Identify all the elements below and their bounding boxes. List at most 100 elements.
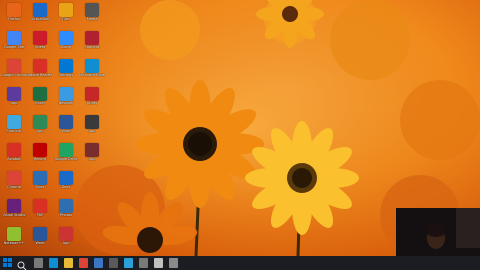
desktop-icon[interactable]: Shortcut [79,30,105,60]
app-icon [85,143,99,157]
desktop-icon[interactable]: Google Site [1,30,27,60]
desktop-icon-label: Settings [58,73,74,77]
app-icon [7,31,21,45]
desktop-icon-label: Notepad++ [3,241,25,245]
desktop-icon-label: Utility [86,101,98,105]
desktop-icon-label: Word [35,241,45,245]
app-icon [7,171,21,185]
desktop-icon[interactable]: App [79,114,105,144]
taskbar-app1-icon[interactable] [94,258,103,268]
search-icon[interactable] [15,257,29,271]
app-icon [33,199,47,213]
app-icon [33,31,47,45]
desktop-icon[interactable]: VirtualBox [27,2,53,32]
desktop-icon-label: Excel [35,101,45,105]
desktop-icon-label: Files [62,17,70,21]
app-icon [33,59,47,73]
windows-start-icon[interactable] [3,258,13,268]
desktop-icon[interactable]: Docs [53,170,79,200]
desktop-icon-label: Docs [61,185,71,189]
desktop-icon-label: VirtualBox [31,17,49,21]
app-icon [7,199,21,213]
taskbar-edge-icon[interactable] [49,258,58,268]
desktop-icon[interactable]: App [53,226,79,256]
app-icon [7,87,21,101]
desktop-icon[interactable]: Tools [27,170,53,200]
desktop-icon[interactable]: Chrome [1,170,27,200]
desktop-icon[interactable]: App [1,86,27,116]
desktop-icon[interactable]: Microsoft Edge [79,58,105,88]
desktop-icon[interactable]: Network [53,86,79,116]
taskbar-task-view-icon[interactable] [34,258,43,268]
app-icon [85,3,99,17]
desktop-icon[interactable]: Record [27,142,53,172]
app-icon [33,227,47,241]
app-icon [33,171,47,185]
taskbar-app2-icon[interactable] [109,258,118,268]
desktop-icon[interactable]: Adobe Reader [27,58,53,88]
desktop-icon-label: Record [33,157,47,161]
app-icon [85,59,99,73]
app-icon [33,87,47,101]
desktop-icon[interactable]: Excel [27,86,53,116]
desktop-icon-label: Photos [60,213,72,217]
desktop-icon[interactable]: Utility [79,86,105,116]
desktop-icon[interactable]: Word [27,226,53,256]
app-icon [7,115,21,129]
desktop-icon-label: Network [58,101,74,105]
app-icon [7,227,21,241]
desktop-icon[interactable]: Media [79,2,105,32]
app-icon [85,87,99,101]
desktop-icon-label: Google Drive [54,157,78,161]
desktop-icon[interactable]: Google Drive [53,142,79,172]
app-icon [59,115,73,129]
desktop-icon[interactable]: Opera [27,30,53,60]
desktop-icon[interactable]: Zoom [53,30,79,60]
desktop-icon-label: App [88,157,96,161]
desktop-icon[interactable]: App [27,114,53,144]
app-icon [59,199,73,213]
app-icon [59,227,73,241]
desktop-icon-label: Chrome [7,185,21,189]
desktop-icon[interactable]: Acrobat [1,142,27,172]
desktop-icon-label: Word [61,129,71,133]
desktop-icon-label: Tools [35,185,45,189]
taskbar-app5-icon[interactable] [154,258,163,268]
desktop-icon[interactable]: PDF [27,198,53,228]
app-icon [59,59,73,73]
app-icon [59,171,73,185]
taskbar-chrome-icon[interactable] [79,258,88,268]
taskbar-explorer-icon[interactable] [64,258,73,268]
app-icon [7,3,21,17]
desktop-icon-label: Google Chrome [1,73,27,77]
desktop-icon[interactable]: Firefox [1,2,27,32]
desktop-icon[interactable]: Notepad++ [1,226,27,256]
desktop-icon-label: Opera [34,45,46,49]
desktop-icon-label: Shortcut [6,129,22,133]
desktop-icon-label: Google Site [3,45,25,49]
desktop-icon[interactable]: Settings [53,58,79,88]
desktop-icon[interactable]: Shortcut [1,114,27,144]
desktop-icon[interactable]: Word [53,114,79,144]
desktop-icon[interactable]: Photos [53,198,79,228]
app-icon [59,87,73,101]
desktop-icon-label: App [62,241,70,245]
desktop-icon[interactable]: Google Chrome [1,58,27,88]
desktop-icon-label: Zoom [60,45,72,49]
desktop-icon-label: Acrobat [7,157,21,161]
desktop-icon[interactable]: App [79,142,105,172]
taskbar-app6-icon[interactable] [169,258,178,268]
desktop-icon-label: Microsoft Edge [79,73,105,77]
desktop-icon-label: Shortcut [84,45,100,49]
taskbar-app4-icon[interactable] [139,258,148,268]
desktop-icon-grid: Firefox Google Site Google Chrome App Shortc… [0,0,112,256]
desktop-icon-label: Adobe Reader [27,73,53,77]
taskbar-app3-icon[interactable] [124,258,133,268]
app-icon [33,3,47,17]
desktop-icon[interactable]: Visual Studio [1,198,27,228]
desktop-icon-label: App [88,129,96,133]
desktop-icon-label: Firefox [8,17,20,21]
desktop-icon[interactable]: Files [53,2,79,32]
app-icon [7,143,21,157]
app-icon [33,115,47,129]
